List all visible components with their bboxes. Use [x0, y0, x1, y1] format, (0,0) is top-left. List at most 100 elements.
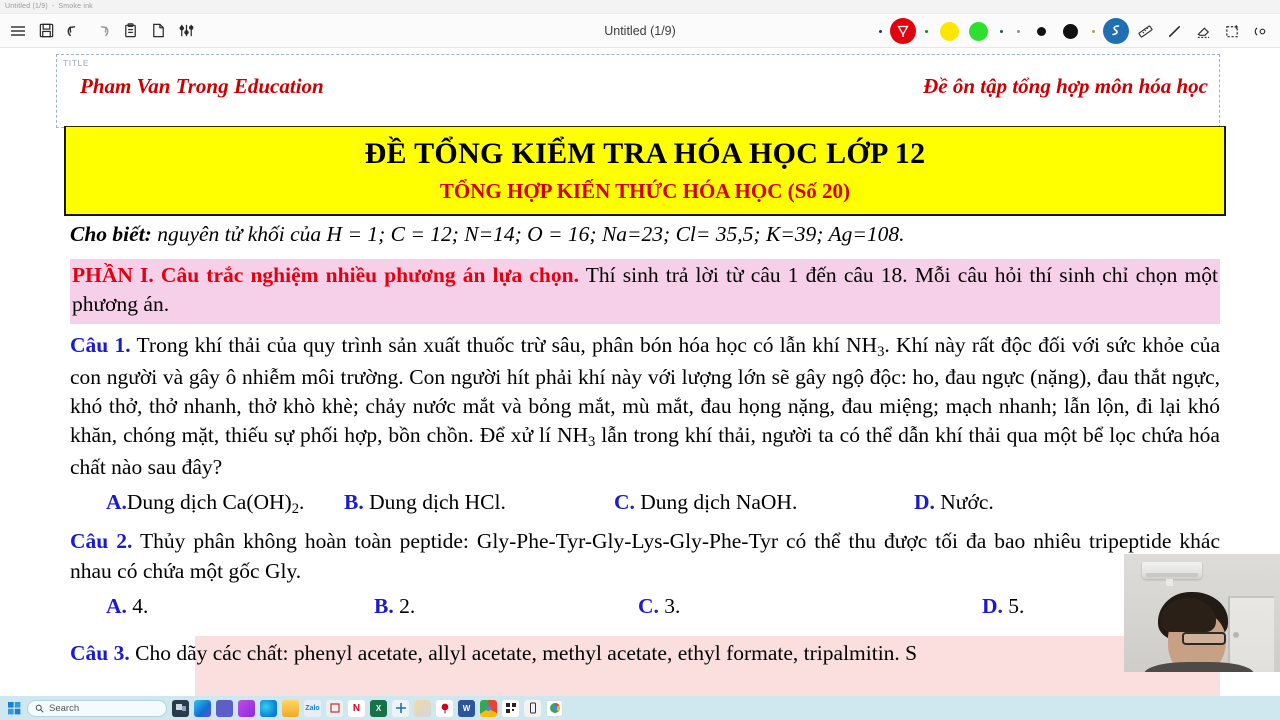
highlighter-green-icon[interactable] — [965, 18, 991, 44]
question-1-option-c[interactable]: C. Dung dịch NaOH. — [614, 488, 914, 520]
question-1-option-b[interactable]: B. Dung dịch HCl. — [344, 488, 614, 520]
ruler-icon[interactable] — [1132, 18, 1158, 44]
eraser-icon[interactable] — [1190, 18, 1216, 44]
start-icon[interactable] — [6, 700, 22, 716]
menu-icon[interactable] — [5, 18, 31, 44]
ink-tool-icon[interactable] — [1103, 18, 1129, 44]
question-2-option-b[interactable]: B. 2. — [374, 592, 638, 621]
taskbar-item-unikey[interactable] — [326, 699, 343, 717]
exam-title-line1: ĐỀ TỔNG KIỂM TRA HÓA HỌC LỚP 12 — [364, 137, 926, 170]
pen-size-dot-tiny-1[interactable] — [873, 18, 887, 44]
page-canvas[interactable]: TITLE Pham Van Trong Education Đề ôn tập… — [0, 48, 1280, 696]
question-2-option-b-text: 2. — [393, 593, 416, 618]
taskbar-item-file-explorer[interactable] — [282, 699, 299, 717]
question-3-text: Cho dãy các chất: phenyl acetate, allyl … — [135, 640, 918, 665]
save-icon[interactable] — [33, 18, 59, 44]
question-1-option-a-tail: . — [299, 490, 305, 515]
atomic-mass-note: Cho biết: nguyên tử khối của H = 1; C = … — [70, 220, 1220, 249]
taskbar-item-edge[interactable] — [260, 699, 277, 717]
taskbar-item-zalo[interactable]: Zalo — [304, 699, 321, 717]
pen-size-dot-tiny-3[interactable] — [994, 18, 1008, 44]
pen-size-dot-tiny-2[interactable] — [919, 18, 933, 44]
exam-title-line2: TỔNG HỢP KIẾN THỨC HÓA HỌC (Số 20) — [439, 179, 851, 203]
search-placeholder: Search — [49, 702, 80, 714]
question-1-option-a-key: A. — [106, 490, 127, 515]
title-placeholder-label: TITLE — [63, 58, 90, 68]
toolbar-right-group — [873, 14, 1274, 48]
pen-size-dot-tiny-4[interactable] — [1011, 18, 1025, 44]
redo-icon[interactable] — [89, 18, 115, 44]
part-one-instructions: PHẦN I. Câu trắc nghiệm nhiều phương án … — [70, 259, 1220, 324]
toolbar-left-group — [0, 18, 199, 44]
app-toolbar: Untitled (1/9) — [0, 14, 1280, 48]
taskbar-item-store[interactable] — [238, 699, 255, 717]
taskbar-item-chrome[interactable] — [480, 699, 497, 717]
highlighter-yellow-icon[interactable] — [936, 18, 962, 44]
taskbar-item-teams[interactable] — [216, 699, 233, 717]
question-2-option-d[interactable]: D. 5. — [982, 592, 1024, 621]
question-1: Câu 1. Trong khí thải của quy trình sản … — [70, 331, 1220, 483]
atomic-mass-label: Cho biết: — [70, 222, 152, 246]
settings-icon[interactable] — [173, 18, 199, 44]
question-2: Câu 2. Thủy phân không hoàn toàn peptide… — [70, 527, 1220, 585]
question-3: Câu 3. Cho dãy các chất: phenyl acetate,… — [70, 639, 1220, 668]
question-1-option-b-text: Dung dịch HCl. — [363, 490, 506, 515]
pen-black-thin-icon[interactable] — [1028, 18, 1054, 44]
taskbar-item-app-blue[interactable] — [392, 699, 409, 717]
question-2-text: Thủy phân không hoàn toàn peptide: Gly-P… — [70, 529, 1220, 583]
webcam-overlay[interactable] — [1124, 554, 1280, 672]
webcam-air-conditioner — [1142, 562, 1202, 579]
window-title-separator: - — [51, 3, 55, 10]
taskbar-item-taskview[interactable] — [172, 699, 189, 717]
taskbar-item-phone-link[interactable] — [524, 699, 541, 717]
taskbar-item-app-balloon[interactable] — [436, 699, 453, 717]
line-icon[interactable] — [1161, 18, 1187, 44]
question-2-option-c[interactable]: C. 3. — [638, 592, 982, 621]
taskbar-item-excel[interactable]: X — [370, 699, 387, 717]
pen-red-selected-icon[interactable] — [890, 18, 916, 44]
question-2-option-b-key: B. — [374, 593, 394, 618]
new-page-icon[interactable] — [145, 18, 171, 44]
taskbar-item-copilot[interactable] — [194, 699, 211, 717]
question-2-option-a[interactable]: A. 4. — [106, 592, 374, 621]
question-2-option-a-text: 4. — [126, 593, 149, 618]
question-2-option-c-text: 3. — [658, 593, 681, 618]
search-icon — [35, 704, 44, 713]
taskbar-item-app-red[interactable]: N — [348, 699, 365, 717]
question-2-option-a-key: A. — [106, 593, 127, 618]
question-1-text-pre: Trong khí thải của quy trình sản xuất th… — [136, 332, 878, 357]
question-1-label: Câu 1. — [70, 332, 131, 357]
header-left-text: Pham Van Trong Education — [80, 74, 324, 98]
taskbar-item-paint[interactable] — [414, 699, 431, 717]
laser-pointer-icon[interactable] — [1248, 18, 1274, 44]
question-1-option-d[interactable]: D. Nước. — [914, 488, 994, 520]
windows-taskbar: Search Zalo N X W — [0, 696, 1280, 720]
webcam-person-shoulders — [1144, 662, 1254, 672]
taskbar-item-chrome-active[interactable] — [546, 699, 563, 717]
window-title-bar: Untitled (1/9) - Smoke ink — [0, 0, 1280, 14]
window-app-name: Smoke ink — [58, 3, 93, 10]
question-1-option-a[interactable]: A.Dung dịch Ca(OH)2. — [106, 488, 344, 520]
question-2-label: Câu 2. — [70, 529, 133, 554]
question-1-option-d-key: D. — [914, 490, 935, 515]
document-body: Cho biết: nguyên tử khối của H = 1; C = … — [70, 218, 1220, 668]
paste-icon[interactable] — [117, 18, 143, 44]
question-3-label: Câu 3. — [70, 640, 130, 665]
pen-size-dot-tiny-5[interactable] — [1086, 18, 1100, 44]
question-1-option-c-key: C. — [614, 490, 635, 515]
select-icon[interactable] — [1219, 18, 1245, 44]
question-1-option-c-text: Dung dịch NaOH. — [634, 490, 798, 515]
webcam-person — [1144, 592, 1254, 672]
atomic-mass-values: nguyên tử khối của H = 1; C = 12; N=14; … — [157, 222, 905, 246]
taskbar-item-word[interactable]: W — [458, 699, 475, 717]
pen-black-thick-icon[interactable] — [1057, 18, 1083, 44]
question-1-option-a-text: Dung dịch Ca(OH) — [126, 490, 292, 515]
question-1-option-a-sub: 2 — [291, 501, 300, 518]
taskbar-item-qr[interactable] — [502, 699, 519, 717]
window-title: Untitled (1/9) — [5, 3, 48, 10]
search-input[interactable]: Search — [27, 699, 167, 717]
question-2-option-d-key: D. — [982, 593, 1003, 618]
question-2-option-d-text: 5. — [1002, 593, 1025, 618]
application-window: Untitled (1/9) - Smoke ink Untitled (1/9… — [0, 0, 1280, 720]
undo-icon[interactable] — [61, 18, 87, 44]
